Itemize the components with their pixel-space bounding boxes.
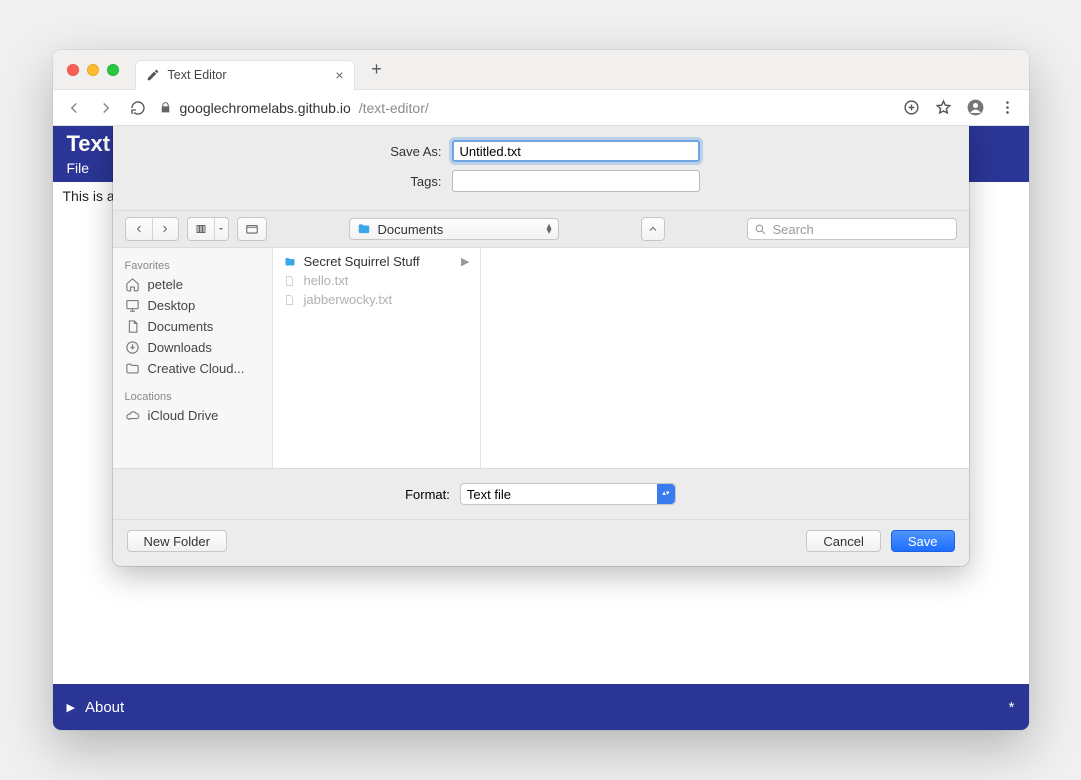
- dialog-buttons: New Folder Cancel Save: [113, 519, 969, 566]
- url-path: /text-editor/: [359, 100, 429, 116]
- new-tab-button[interactable]: +: [363, 56, 391, 84]
- chevron-up-icon: [642, 218, 664, 240]
- lock-icon: [159, 101, 172, 114]
- doc-icon: [125, 319, 141, 334]
- file-name: hello.txt: [304, 273, 349, 288]
- dialog-header: Save As: Tags:: [113, 126, 969, 210]
- file-item: hello.txt: [273, 271, 480, 290]
- forward-button[interactable]: [95, 97, 117, 119]
- tab-title: Text Editor: [168, 68, 328, 82]
- columns-view-icon[interactable]: [188, 218, 214, 240]
- sidebar-item[interactable]: Creative Cloud...: [119, 358, 266, 379]
- url-host: googlechromelabs.github.io: [180, 100, 351, 116]
- download-icon: [125, 340, 141, 355]
- cloud-icon: [125, 408, 141, 423]
- reload-button[interactable]: [127, 97, 149, 119]
- updown-chevron-icon: ▴▾: [546, 224, 551, 234]
- file-item[interactable]: Secret Squirrel Stuff ▶: [273, 252, 480, 271]
- save-button[interactable]: Save: [891, 530, 955, 552]
- format-label: Format:: [405, 487, 450, 502]
- save-dialog: Save As: Tags:: [113, 126, 969, 566]
- history-nav: [125, 217, 179, 241]
- close-window[interactable]: [67, 64, 79, 76]
- sidebar: Favorites petele Desktop Documents Download…: [113, 248, 273, 468]
- group-button[interactable]: [237, 217, 267, 241]
- favorites-header: Favorites: [119, 256, 266, 274]
- desktop-icon: [125, 298, 141, 313]
- file-name: Secret Squirrel Stuff: [304, 254, 420, 269]
- sidebar-item[interactable]: petele: [119, 274, 266, 295]
- kebab-menu-icon[interactable]: [997, 97, 1019, 119]
- cancel-button[interactable]: Cancel: [806, 530, 880, 552]
- combo-updown-icon: ▴▾: [657, 484, 675, 504]
- folder-icon: [356, 222, 372, 236]
- pencil-icon: [146, 68, 160, 82]
- new-folder-button[interactable]: New Folder: [127, 530, 227, 552]
- minimize-window[interactable]: [87, 64, 99, 76]
- location-label: Documents: [378, 222, 444, 237]
- save-as-input[interactable]: [452, 140, 700, 162]
- home-icon: [125, 277, 141, 292]
- file-item: jabberwocky.txt: [273, 290, 480, 309]
- tags-label: Tags:: [382, 174, 442, 189]
- sidebar-item-label: Documents: [148, 319, 214, 334]
- sidebar-item-label: Creative Cloud...: [148, 361, 245, 376]
- file-column: Secret Squirrel Stuff ▶ hello.txt jabberwoc…: [273, 248, 481, 468]
- collapse-button[interactable]: [641, 217, 665, 241]
- file-column-empty: [481, 248, 969, 468]
- dirty-indicator: *: [1009, 699, 1015, 716]
- sidebar-item-label: iCloud Drive: [148, 408, 219, 423]
- chevron-right-icon: ▶: [461, 255, 469, 268]
- profile-icon[interactable]: [965, 97, 987, 119]
- file-browser: Favorites petele Desktop Documents Download…: [113, 248, 969, 468]
- sidebar-item-label: petele: [148, 277, 183, 292]
- titlebar: Text Editor × +: [53, 50, 1029, 90]
- nav-back[interactable]: [126, 218, 152, 240]
- sidebar-item-label: Downloads: [148, 340, 212, 355]
- browser-toolbar: googlechromelabs.github.io/text-editor/: [53, 90, 1029, 126]
- sidebar-item[interactable]: Desktop: [119, 295, 266, 316]
- save-as-label: Save As:: [382, 144, 442, 159]
- file-name: jabberwocky.txt: [304, 292, 393, 307]
- sidebar-item-label: Desktop: [148, 298, 196, 313]
- folder-icon: [125, 361, 141, 376]
- bookmark-star-icon[interactable]: [933, 97, 955, 119]
- fullscreen-window[interactable]: [107, 64, 119, 76]
- disclosure-triangle-icon: ▶: [67, 701, 75, 714]
- browser-tab[interactable]: Text Editor ×: [135, 60, 355, 90]
- folder-icon: [283, 256, 297, 268]
- tags-input[interactable]: [452, 170, 700, 192]
- view-mode[interactable]: [187, 217, 229, 241]
- sidebar-item[interactable]: iCloud Drive: [119, 405, 266, 426]
- dialog-toolbar: Documents ▴▾ Search: [113, 210, 969, 248]
- about-label: About: [85, 699, 124, 716]
- nav-forward[interactable]: [152, 218, 178, 240]
- view-dropdown-chevron[interactable]: [214, 218, 228, 240]
- browser-window: Text Editor × + googlechromelabs.github.…: [53, 50, 1029, 730]
- sidebar-item[interactable]: Documents: [119, 316, 266, 337]
- search-icon: [754, 223, 767, 236]
- window-controls: [67, 64, 119, 76]
- close-tab-icon[interactable]: ×: [335, 67, 343, 83]
- page-content: Text File This is a n ▶ About * Save As:…: [53, 126, 1029, 730]
- address-bar[interactable]: googlechromelabs.github.io/text-editor/: [159, 100, 429, 116]
- back-button[interactable]: [63, 97, 85, 119]
- about-bar[interactable]: ▶ About *: [53, 684, 1029, 730]
- install-app-icon[interactable]: [901, 97, 923, 119]
- file-icon: [283, 293, 297, 307]
- locations-header: Locations: [119, 387, 266, 405]
- sidebar-item[interactable]: Downloads: [119, 337, 266, 358]
- format-bar: Format: Text file ▴▾: [113, 468, 969, 519]
- format-value: Text file: [467, 487, 511, 502]
- file-icon: [283, 274, 297, 288]
- format-select[interactable]: Text file ▴▾: [460, 483, 676, 505]
- location-dropdown[interactable]: Documents ▴▾: [349, 218, 559, 240]
- search-field[interactable]: Search: [747, 218, 957, 240]
- folder-grid-icon: [238, 218, 266, 240]
- search-placeholder: Search: [773, 222, 814, 237]
